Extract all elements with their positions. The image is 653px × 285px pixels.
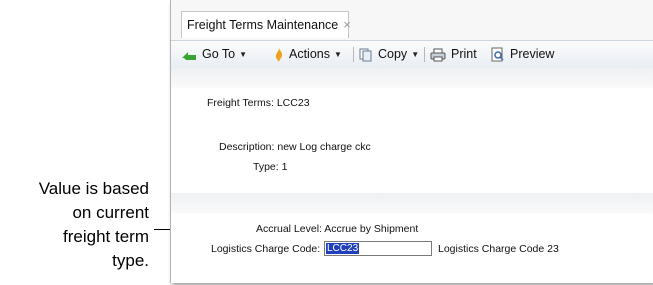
- description-value: new Log charge ckc: [277, 141, 371, 153]
- chevron-down-icon: ▼: [411, 50, 420, 59]
- logistics-charge-code-input[interactable]: LCC23: [324, 241, 432, 256]
- chevron-down-icon: ▼: [239, 50, 248, 59]
- close-icon[interactable]: ×: [343, 17, 351, 32]
- callout-text: Value is based on current freight term t…: [0, 177, 149, 273]
- goto-button[interactable]: Go To ▼: [181, 41, 247, 68]
- callout-line-3: freight term: [63, 227, 149, 246]
- freight-terms-value: LCC23: [276, 97, 310, 109]
- description-field: Description: new Log charge ckc: [219, 140, 371, 154]
- tab-title: Freight Terms Maintenance: [187, 18, 339, 32]
- preview-button[interactable]: Preview: [491, 41, 554, 68]
- logistics-charge-code-value: LCC23: [326, 243, 360, 254]
- form-section-band: [171, 193, 653, 213]
- type-label: Type:: [253, 161, 279, 173]
- chevron-down-icon: ▼: [334, 50, 342, 59]
- toolbar: Go To ▼ Actions ▼ Copy ▼ Print Preview: [171, 40, 653, 69]
- preview-label: Preview: [510, 47, 555, 61]
- toolbar-separator: [353, 47, 354, 62]
- description-label: Description:: [219, 141, 275, 153]
- accrual-level-label: Accrual Level:: [256, 223, 322, 235]
- callout-line-2: on current: [72, 203, 149, 222]
- callout-line-1: Value is based: [38, 179, 149, 198]
- goto-arrow-icon: [182, 51, 196, 60]
- freight-terms-label: Freight Terms:: [207, 97, 274, 109]
- print-label: Print: [451, 47, 477, 61]
- goto-label: Go To: [202, 47, 236, 61]
- logistics-charge-code-label: Logistics Charge Code:: [211, 243, 321, 255]
- actions-button[interactable]: Actions ▼: [274, 41, 342, 68]
- tab-bar: Freight Terms Maintenance ×: [171, 0, 653, 40]
- actions-label: Actions: [289, 47, 330, 61]
- copy-label: Copy: [378, 47, 408, 61]
- app-window: Freight Terms Maintenance × Go To ▼ Action…: [170, 0, 653, 283]
- printer-icon: [430, 48, 446, 61]
- accrual-level-value: Accrue by Shipment: [324, 223, 419, 235]
- toolbar-separator: [424, 47, 425, 62]
- form-header-band: [171, 68, 653, 88]
- preview-icon: [491, 47, 504, 62]
- print-button[interactable]: Print: [430, 41, 477, 68]
- tab-freight-terms-maintenance[interactable]: Freight Terms Maintenance ×: [181, 11, 351, 38]
- callout-line-4: type.: [112, 251, 149, 270]
- type-field: Type: 1: [253, 160, 287, 174]
- copy-button[interactable]: Copy ▼: [359, 41, 419, 68]
- copy-icon: [359, 48, 372, 61]
- accrual-level-field: Accrual Level: Accrue by Shipment: [256, 222, 418, 236]
- freight-terms-field: Freight Terms: LCC23: [207, 96, 310, 110]
- logistics-charge-code-description: Logistics Charge Code 23: [438, 243, 559, 255]
- type-value: 1: [281, 161, 288, 173]
- actions-icon: [275, 47, 283, 62]
